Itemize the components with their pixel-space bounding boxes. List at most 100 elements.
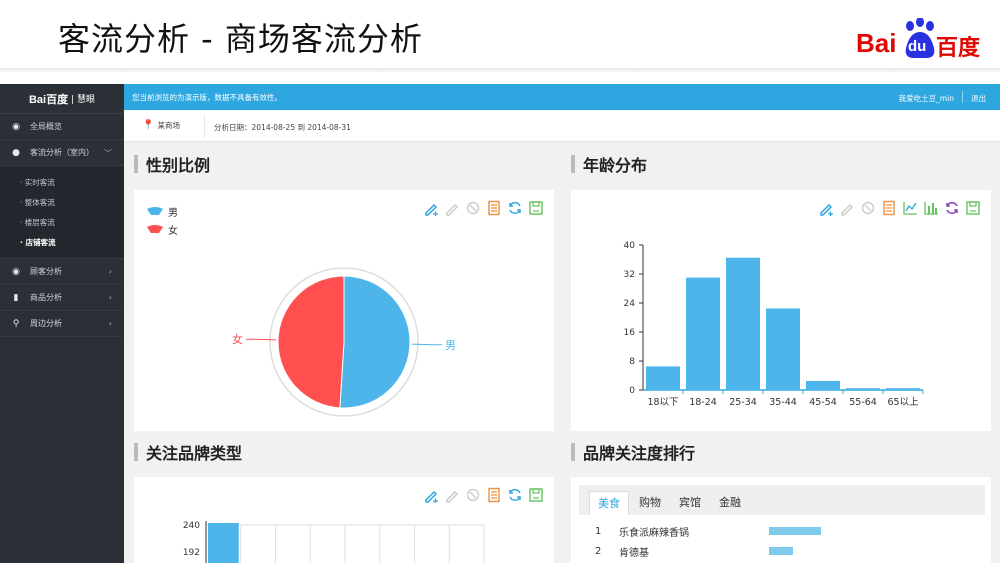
bar-chart-icon: ▮ [13, 292, 19, 303]
pie-label: 男 [445, 339, 456, 352]
filter-bar: 📍 某商场 分析日期：2014-08-25 到 2014-08-31 [124, 110, 1000, 142]
sidebar-item-label: 顾客分析 [30, 267, 62, 276]
x-tick-label: 65以上 [887, 397, 919, 408]
x-tick-label: 35-44 [769, 397, 797, 408]
list-item: 2 肯德基 [595, 541, 793, 561]
logout-link[interactable]: 退出 [971, 93, 986, 104]
age-panel: 0 8 16 24 32 40 18以下 18-24 25-34 35-44 45-54 55-64 6… [571, 190, 991, 431]
title-divider [0, 68, 1000, 72]
section-title-text: 年龄分布 [583, 156, 648, 175]
sidebar-item-label: 全局概览 [30, 122, 62, 131]
rank-number: 1 [595, 525, 602, 537]
y-tick-label: 24 [624, 299, 636, 309]
tab-hotel[interactable]: 宾馆 [671, 491, 709, 515]
sidebar-subitem-overall[interactable]: · 整体客流 [0, 192, 124, 212]
sidebar-item-label: 周边分析 [30, 319, 62, 328]
pie-label: 女 [232, 332, 243, 346]
list-item: 1 乐食派麻辣香锅 [595, 521, 821, 541]
sidebar-subitem-realtime[interactable]: · 实时客流 [0, 172, 124, 192]
sidebar-brand-product: | 慧眼 [71, 95, 96, 105]
section-title-gender: 性别比例 [134, 152, 210, 176]
section-title-age: 年龄分布 [571, 152, 647, 176]
top-notice-bar: 您当前浏览的为演示版，数据不具备有效性。 我爱吃土豆_min 退出 [124, 84, 1000, 110]
map-pin-icon: 📍 [142, 120, 155, 131]
sidebar-brand: Bai百度 | 慧眼 [0, 84, 124, 114]
rank-bar [769, 547, 793, 555]
x-tick-label: 18以下 [647, 397, 678, 408]
bar [806, 380, 840, 390]
y-tick-label: 16 [624, 328, 636, 338]
chevron-right-icon: › [108, 267, 112, 276]
user-icon: ● [12, 147, 20, 158]
sidebar-subitem-store[interactable]: · 店铺客流 [0, 232, 124, 252]
store-selector[interactable]: 📍 某商场 [142, 120, 180, 131]
sidebar-item-label: 商品分析 [30, 293, 62, 302]
y-tick-label: 0 [629, 386, 635, 396]
tab-food[interactable]: 美食 [589, 491, 629, 515]
bar [686, 277, 720, 390]
slide: 客流分析 - 商场客流分析 Bai du 百度 Bai百度 | 慧眼 ◉ 全局概… [0, 0, 1000, 563]
brand-type-panel: 240 192 [134, 477, 554, 563]
section-title-brand-rank: 品牌关注度排行 [571, 440, 695, 464]
eye-icon: ◉ [12, 121, 20, 132]
chevron-down-icon: ﹀ [104, 149, 112, 158]
sidebar-item-nearby[interactable]: ⚲ 周边分析 › [0, 311, 124, 337]
y-tick-label: 32 [624, 270, 635, 280]
rank-brand-name: 乐食派麻辣香锅 [619, 527, 689, 539]
rank-number: 2 [595, 545, 602, 557]
section-bar [134, 155, 138, 173]
section-title-text: 关注品牌类型 [146, 444, 243, 463]
gender-pie-chart: 男女 [232, 267, 456, 417]
chevron-right-icon: › [108, 319, 112, 328]
logo-text-du: du [908, 38, 927, 55]
filter-divider [204, 114, 205, 138]
pie-label-line [411, 343, 442, 346]
user-name[interactable]: 我爱吃土豆_min [899, 93, 954, 104]
sidebar-item-traffic[interactable]: ● 客流分析（室内） ﹀ [0, 140, 124, 166]
x-tick-label: 45-54 [809, 397, 837, 408]
sidebar-item-overview[interactable]: ◉ 全局概览 [0, 114, 124, 140]
bar [208, 523, 239, 563]
y-tick-label: 40 [624, 241, 636, 251]
y-tick-label: 192 [183, 548, 200, 558]
rank-brand-name: 肯德基 [619, 547, 649, 559]
rank-tabs: 美食 购物 宾馆 金融 [579, 485, 985, 515]
sidebar-item-goods[interactable]: ▮ 商品分析 › [0, 285, 124, 311]
brand-rank-panel: 美食 购物 宾馆 金融 1 乐食派麻辣香锅 2 肯德基 [571, 477, 991, 563]
bar [846, 388, 880, 390]
y-tick-label: 240 [183, 521, 200, 531]
chevron-right-icon: › [108, 293, 112, 302]
tab-finance[interactable]: 金融 [711, 491, 749, 515]
sidebar-subitem-floor[interactable]: · 楼层客流 [0, 212, 124, 232]
sidebar-item-customer[interactable]: ◉ 顾客分析 › [0, 259, 124, 285]
date-range[interactable]: 分析日期：2014-08-25 到 2014-08-31 [214, 122, 351, 133]
bar [726, 257, 760, 390]
gender-panel: 男 女 男女 [134, 190, 554, 431]
x-tick-label: 18-24 [689, 397, 717, 408]
sidebar-subgroup: · 实时客流 · 整体客流 · 楼层客流 · 店铺客流 [0, 166, 124, 259]
sidebar-brand-logo: Bai百度 [28, 93, 69, 106]
y-tick-label: 8 [629, 357, 635, 367]
pie-label-line [246, 338, 277, 341]
pie-slice [277, 275, 345, 409]
app-screenshot: Bai百度 | 慧眼 ◉ 全局概览 ● 客流分析（室内） ﹀ · 实时客流 · … [0, 84, 1000, 563]
bar [646, 366, 680, 390]
pie-slice [339, 275, 411, 409]
tab-shopping[interactable]: 购物 [631, 491, 669, 515]
topbar-divider [962, 91, 963, 103]
bar [886, 388, 920, 390]
location-icon: ⚲ [12, 318, 20, 329]
section-title-text: 品牌关注度排行 [583, 444, 696, 463]
logo-text-bai: Bai [856, 28, 897, 58]
section-bar [134, 443, 138, 461]
demo-notice: 您当前浏览的为演示版，数据不具备有效性。 [132, 92, 282, 102]
sidebar: Bai百度 | 慧眼 ◉ 全局概览 ● 客流分析（室内） ﹀ · 实时客流 · … [0, 84, 124, 563]
bar [766, 308, 800, 390]
logo-text-cn: 百度 [936, 36, 981, 61]
section-bar [571, 155, 575, 173]
section-title-text: 性别比例 [146, 156, 211, 175]
x-tick-label: 25-34 [729, 397, 757, 408]
x-tick-label: 55-64 [849, 397, 877, 408]
rank-bar [769, 527, 821, 535]
eye-icon: ◉ [12, 266, 20, 277]
